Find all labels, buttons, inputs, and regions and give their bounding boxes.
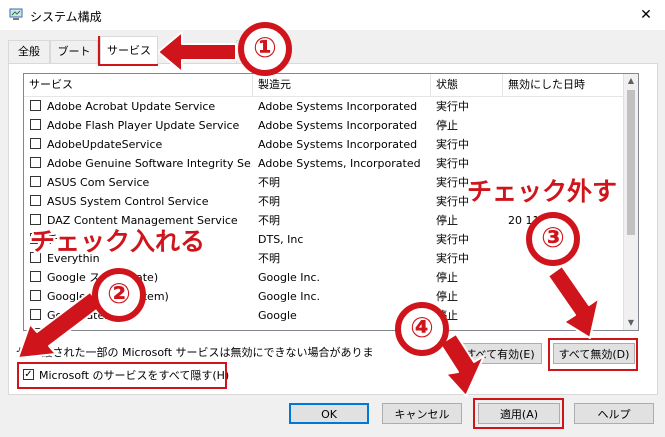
service-disabled-date [508, 268, 620, 287]
service-manufacturer: Adobe Systems Incorporated [258, 100, 418, 113]
callout-check-off: チェック外す [467, 177, 618, 206]
service-status: 実行中 [436, 100, 469, 113]
step-3-marker: ③ [526, 212, 580, 266]
row-checkbox[interactable] [30, 271, 41, 282]
tab-boot[interactable]: ブート [50, 40, 98, 63]
tab-services-label: サービス [107, 44, 151, 57]
service-name: AdobeUpdateService [47, 138, 163, 151]
tab-boot-label: ブート [57, 45, 91, 58]
tab-general[interactable]: 全般 [8, 40, 50, 63]
service-disabled-date [508, 154, 620, 173]
service-status: 停止 [436, 290, 458, 303]
service-status: 実行中 [436, 252, 469, 265]
service-disabled-date [508, 306, 620, 325]
service-name: Adobe Flash Player Update Service [47, 119, 240, 132]
row-checkbox[interactable] [30, 309, 41, 320]
system-configuration-window: システム構成 ✕ 全般 ブート サービス ール サービス 製造元 状態 無効にし… [0, 0, 665, 437]
service-name: Google ス (gupdatem) [47, 290, 169, 303]
enable-all-button[interactable]: すべて有効(E) [458, 343, 542, 364]
service-disabled-date [508, 287, 620, 306]
service-status: 実行中 [436, 233, 469, 246]
service-disabled-date [508, 97, 620, 116]
service-name: ASUS System Control Service [47, 195, 209, 208]
tab-services[interactable]: サービス [100, 36, 158, 64]
service-manufacturer: Google Inc. [258, 271, 321, 284]
row-checkbox[interactable] [30, 138, 41, 149]
service-name [47, 325, 252, 330]
service-name: ASUS Com Service [47, 176, 150, 189]
row-checkbox[interactable] [30, 157, 41, 168]
title-bar: システム構成 ✕ [0, 0, 665, 30]
step-4-marker: ④ [395, 302, 449, 356]
scroll-up-icon[interactable]: ▲ [624, 74, 638, 88]
system-config-app-icon [9, 8, 23, 20]
tab-strip: 全般 ブート サービス ール [0, 36, 665, 64]
scroll-down-icon[interactable]: ▼ [624, 316, 638, 330]
header-status[interactable]: 状態 [431, 74, 503, 96]
row-checkbox[interactable] [30, 328, 41, 330]
cancel-button[interactable]: キャンセル [382, 403, 462, 424]
table-row[interactable] [24, 325, 624, 330]
vertical-scrollbar[interactable]: ▲ ▼ [623, 74, 638, 330]
service-status: 実行中 [436, 157, 469, 170]
row-checkbox[interactable] [30, 195, 41, 206]
service-name: Goo pdater [47, 309, 109, 322]
close-icon[interactable]: ✕ [635, 4, 657, 26]
service-name: Adobe Genuine Software Integrity Se... [47, 157, 252, 170]
service-name: Adobe Acrobat Update Service [47, 100, 216, 113]
service-manufacturer: 不明 [258, 214, 280, 227]
step-2-marker: ② [92, 268, 146, 322]
step-1-marker: ① [238, 22, 292, 76]
disable-all-highlight [548, 338, 638, 371]
callout-check-on: チェック入れる [30, 227, 206, 256]
service-disabled-date [508, 135, 620, 154]
row-checkbox[interactable] [30, 119, 41, 130]
service-manufacturer: Adobe Systems Incorporated [258, 119, 418, 132]
ok-button[interactable]: OK [289, 403, 369, 424]
service-status: 停止 [436, 119, 458, 132]
table-row[interactable]: Adobe Flash Player Update Service Adobe S… [24, 116, 624, 135]
header-service[interactable]: サービス [24, 74, 253, 96]
service-disabled-date [508, 116, 620, 135]
table-row[interactable]: Adobe Acrobat Update Service Adobe System… [24, 97, 624, 116]
service-manufacturer: Adobe Systems Incorporated [258, 138, 418, 151]
service-status: 停止 [436, 271, 458, 284]
window-title: システム構成 [30, 10, 102, 24]
service-manufacturer: Google Inc. [258, 290, 321, 303]
service-disabled-date [508, 325, 620, 330]
table-row[interactable]: Adobe Genuine Software Integrity Se... Ad… [24, 154, 624, 173]
service-manufacturer: 不明 [258, 176, 280, 189]
help-button[interactable]: ヘルプ [574, 403, 654, 424]
table-row[interactable]: AdobeUpdateService Adobe Systems Incorpor… [24, 135, 624, 154]
service-name: Google ス (gupdate) [47, 271, 158, 284]
row-checkbox[interactable] [30, 176, 41, 187]
list-header: サービス 製造元 状態 無効にした日時 [24, 74, 624, 97]
service-status: 停止 [436, 214, 458, 227]
scrollbar-thumb[interactable] [627, 90, 635, 235]
apply-highlight [473, 398, 564, 429]
hide-ms-highlight [17, 362, 227, 389]
service-manufacturer: DTS, Inc [258, 233, 304, 246]
header-disabled-date[interactable]: 無効にした日時 [503, 74, 624, 96]
service-status: 実行中 [436, 138, 469, 151]
row-checkbox[interactable] [30, 290, 41, 301]
protected-services-note: セキ 護された一部の Microsoft サービスは無効にできない場合がありま [16, 346, 374, 359]
row-checkbox[interactable] [30, 100, 41, 111]
service-manufacturer: Adobe Systems, Incorporated [258, 157, 421, 170]
tab-general-label: 全般 [18, 45, 40, 58]
service-manufacturer: 不明 [258, 252, 280, 265]
header-manufacturer[interactable]: 製造元 [253, 74, 431, 96]
service-manufacturer: 不明 [258, 195, 280, 208]
